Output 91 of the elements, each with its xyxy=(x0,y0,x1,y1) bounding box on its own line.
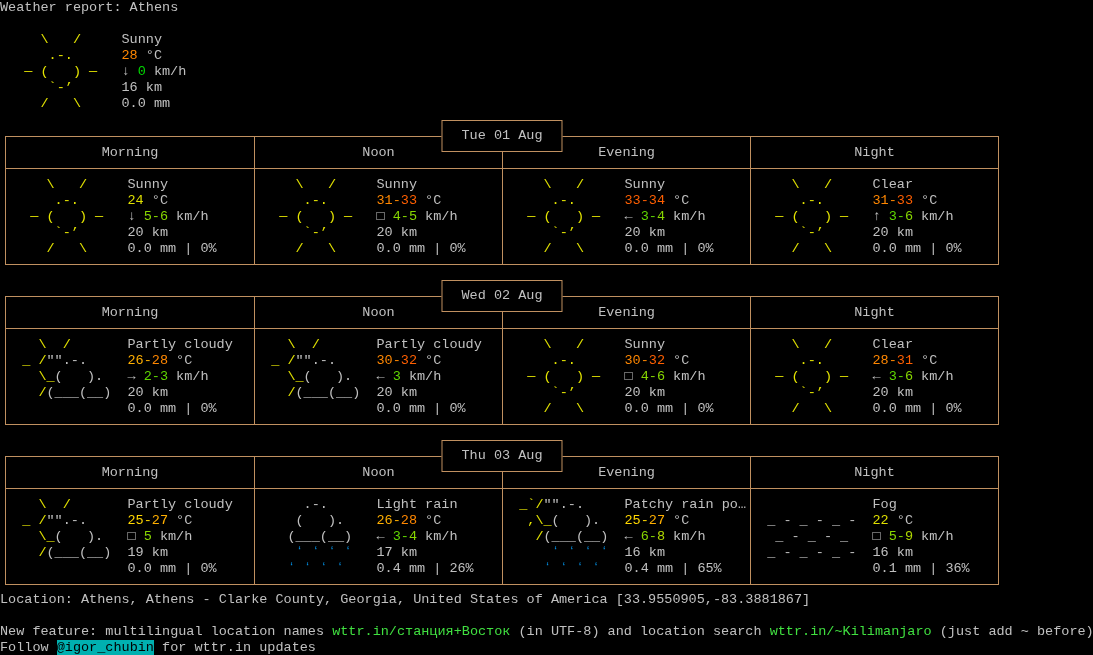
precipitation-text: 0.0 mm xyxy=(121,96,172,112)
fog-ascii-art: _ - _ - _ - _ - _ - _ _ - _ - _ - xyxy=(766,513,858,561)
rain-cloud-ascii-art: _`/"".-. ,\_( ). /(___(__) ʻ ʻ ʻ ʻ ʻ ʻ ʻ ʻ xyxy=(518,497,610,577)
visibility-text: 16 km xyxy=(872,545,914,561)
weather-ascii-art: \ / .-. ― ( ) ― `-’ / \ xyxy=(23,32,99,112)
temperature-text: 30-32 °C xyxy=(376,353,443,369)
visibility-text: 20 km xyxy=(127,385,169,401)
wind-text: ← 3-4 km/h xyxy=(624,209,707,225)
wind-text: ← 3-4 km/h xyxy=(376,529,459,545)
condition-text: Light rain xyxy=(376,497,459,513)
period-header: Morning xyxy=(6,297,254,329)
precipitation-text: 0.4 mm | 26% xyxy=(376,561,475,577)
condition-text: Sunny xyxy=(624,177,666,193)
sun-ascii-art: \ / .-. ― ( ) ― `-’ / \ xyxy=(526,337,602,417)
visibility-text: 20 km xyxy=(127,225,169,241)
condition-text: Patchy rain po… xyxy=(624,497,748,513)
temperature-text: 33-34 °C xyxy=(624,193,691,209)
precipitation-text: 0.0 mm | 0% xyxy=(872,401,963,417)
visibility-text: 16 km xyxy=(121,80,163,96)
condition-text: Sunny xyxy=(624,337,666,353)
temperature-text: 22 °C xyxy=(872,513,914,529)
condition-text: Clear xyxy=(872,337,914,353)
condition-text: Fog xyxy=(872,497,898,513)
visibility-text: 20 km xyxy=(376,385,418,401)
temperature-text: 28-31 °C xyxy=(872,353,939,369)
visibility-text: 20 km xyxy=(376,225,418,241)
sun-and-cloud-ascii-art: \ / _ /"".-. \_( ). /(___(__) xyxy=(21,497,113,562)
wind-text: □ 5 km/h xyxy=(127,529,194,545)
rain-cloud-ascii-art: .-. ( ). (___(__) ʻ ʻ ʻ ʻ ʻ ʻ ʻ ʻ xyxy=(286,497,354,577)
temperature-text: 31-33 °C xyxy=(872,193,939,209)
precipitation-text: 0.0 mm | 0% xyxy=(376,401,467,417)
precipitation-text: 0.0 mm | 0% xyxy=(127,241,218,257)
wind-text: → 2-3 km/h xyxy=(127,369,210,385)
period-header: Morning xyxy=(6,137,254,169)
wind-text: ← 3-6 km/h xyxy=(872,369,955,385)
precipitation-text: 0.1 mm | 36% xyxy=(872,561,971,577)
wind-text: ↓ 5-6 km/h xyxy=(127,209,210,225)
wind-text: ← 3 km/h xyxy=(376,369,443,385)
condition-text: Clear xyxy=(872,177,914,193)
precipitation-text: 0.4 mm | 65% xyxy=(624,561,723,577)
temperature-text: 30-32 °C xyxy=(624,353,691,369)
sun-ascii-art: \ / .-. ― ( ) ― `-’ / \ xyxy=(278,177,354,257)
temperature-text: 31-33 °C xyxy=(376,193,443,209)
sun-and-cloud-ascii-art: \ / _ /"".-. \_( ). /(___(__) xyxy=(21,337,113,402)
temperature-text: 25-27 °C xyxy=(624,513,691,529)
visibility-text: 20 km xyxy=(624,385,666,401)
visibility-text: 19 km xyxy=(127,545,169,561)
feature-notice-text: New feature: multilingual location names wttr.in/станция+Восток (in UTF-8) and location search wttr.in/~Kilimanjaro (just add ~ before) xyxy=(0,624,1093,640)
temperature-text: 25-27 °C xyxy=(127,513,194,529)
period-header: Morning xyxy=(6,457,254,489)
condition-text: Partly cloudy xyxy=(127,337,234,353)
report-title: Weather report: Athens xyxy=(0,0,180,16)
period-header: Night xyxy=(750,297,998,329)
wind-text: ↓ 0 km/h xyxy=(121,64,188,80)
condition-text: Sunny xyxy=(121,32,163,48)
precipitation-text: 0.0 mm | 0% xyxy=(624,401,715,417)
location-text: Location: Athens, Athens - Clarke County, Georgia, United States of America [33.9550905,-83.3881867] xyxy=(0,592,812,608)
period-header: Night xyxy=(750,457,998,489)
precipitation-text: 0.0 mm | 0% xyxy=(872,241,963,257)
wind-text: □ 5-9 km/h xyxy=(872,529,955,545)
period-header: Night xyxy=(750,137,998,169)
wind-text: ← 6-8 km/h xyxy=(624,529,707,545)
sun-ascii-art: \ / .-. ― ( ) ― `-’ / \ xyxy=(774,177,850,257)
condition-text: Sunny xyxy=(127,177,169,193)
condition-text: Partly cloudy xyxy=(127,497,234,513)
visibility-text: 16 km xyxy=(624,545,666,561)
temperature-text: 26-28 °C xyxy=(127,353,194,369)
example-link[interactable]: wttr.in/станция+Восток xyxy=(332,624,511,639)
sun-ascii-art: \ / .-. ― ( ) ― `-’ / \ xyxy=(774,337,850,417)
temperature-text: 26-28 °C xyxy=(376,513,443,529)
sun-and-cloud-ascii-art: \ / _ /"".-. \_( ). /(___(__) xyxy=(270,337,362,402)
condition-text: Sunny xyxy=(376,177,418,193)
temperature-text: 24 °C xyxy=(127,193,169,209)
wind-text: ↑ 3-6 km/h xyxy=(872,209,955,225)
visibility-text: 20 km xyxy=(872,385,914,401)
precipitation-text: 0.0 mm | 0% xyxy=(127,561,218,577)
sun-ascii-art: \ / .-. ― ( ) ― `-’ / \ xyxy=(29,177,105,257)
precipitation-text: 0.0 mm | 0% xyxy=(127,401,218,417)
temperature-text: 28 °C xyxy=(121,48,163,64)
visibility-text: 20 km xyxy=(872,225,914,241)
precipitation-text: 0.0 mm | 0% xyxy=(624,241,715,257)
visibility-text: 20 km xyxy=(624,225,666,241)
visibility-text: 17 km xyxy=(376,545,418,561)
wind-text: □ 4-5 km/h xyxy=(376,209,459,225)
handle-link[interactable]: @igor_chubin xyxy=(56,640,154,655)
condition-text: Partly cloudy xyxy=(376,337,483,353)
example-link[interactable]: wttr.in/~Kilimanjaro xyxy=(769,624,932,639)
sun-ascii-art: \ / .-. ― ( ) ― `-’ / \ xyxy=(526,177,602,257)
wind-text: □ 4-6 km/h xyxy=(624,369,707,385)
precipitation-text: 0.0 mm | 0% xyxy=(376,241,467,257)
follow-text: Follow @igor_chubin for wttr.in updates xyxy=(0,640,317,655)
